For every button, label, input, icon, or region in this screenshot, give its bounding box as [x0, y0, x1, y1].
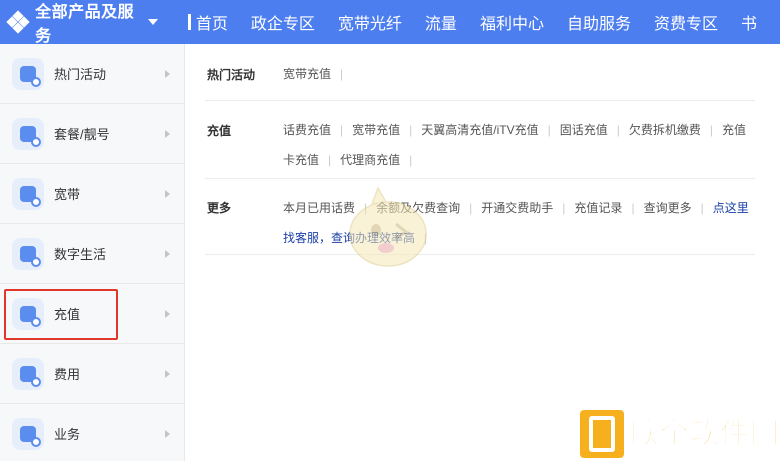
category-sidebar: 热门活动 套餐/靓号 宽带 数字生活 充值 费用 业务: [0, 44, 185, 461]
nav-self-service[interactable]: 自助服务: [567, 10, 631, 34]
nav-data[interactable]: 流量: [425, 10, 457, 34]
sidebar-item-digital-life[interactable]: 数字生活: [0, 224, 184, 284]
bill-icon: [12, 357, 44, 390]
link-broadband-recharge[interactable]: 宽带充值: [352, 123, 400, 137]
all-products-menu[interactable]: 全部产品及服务: [0, 0, 158, 44]
divider: [205, 178, 755, 179]
sidebar-item-label: 充值: [54, 307, 81, 322]
chevron-right-icon: [165, 190, 170, 198]
phone-activity-icon: [12, 57, 44, 90]
link-monthly-usage[interactable]: 本月已用话费: [283, 201, 355, 215]
sidebar-item-broadband[interactable]: 宽带: [0, 164, 184, 224]
chevron-right-icon: [165, 310, 170, 318]
main-nav: 首页 政企专区 宽带光纤 流量 福利中心 自助服务 资费专区 书: [187, 0, 780, 44]
sidebar-item-label: 费用: [54, 367, 81, 382]
divider: [205, 254, 755, 255]
sidebar-item-label: 套餐/靓号: [54, 127, 110, 142]
nav-tariff[interactable]: 资费专区: [654, 10, 718, 34]
link-arrears-payment[interactable]: 欠费拆机缴费: [629, 123, 701, 137]
chevron-right-icon: [165, 370, 170, 378]
grid-diamond-icon: [6, 10, 30, 34]
broadband-icon: [12, 177, 44, 210]
link-landline-recharge[interactable]: 固话充值: [560, 123, 608, 137]
link-recharge-records[interactable]: 充值记录: [574, 201, 622, 215]
nav-indicator: [187, 14, 191, 30]
link-broadband-recharge[interactable]: 宽带充值: [283, 67, 331, 81]
chevron-down-icon: [147, 19, 158, 25]
link-list: 宽带充值 |: [283, 67, 344, 81]
sidebar-item-hot-activity[interactable]: 热门活动: [0, 44, 184, 104]
nav-more[interactable]: 书: [741, 10, 757, 34]
link-agent-recharge[interactable]: 代理商充值: [340, 153, 400, 167]
divider: [205, 100, 755, 101]
chevron-right-icon: [165, 130, 170, 138]
sidebar-item-label: 业务: [54, 427, 81, 442]
link-phone-recharge[interactable]: 话费充值: [283, 123, 331, 137]
link-balance-query[interactable]: 余额及欠费查询: [376, 201, 460, 215]
sidebar-item-package[interactable]: 套餐/靓号: [0, 104, 184, 164]
digital-life-icon: [12, 237, 44, 270]
package-icon: [12, 117, 44, 150]
link-payment-assistant[interactable]: 开通交费助手: [481, 201, 553, 215]
sidebar-item-label: 数字生活: [54, 247, 107, 262]
chevron-right-icon: [165, 430, 170, 438]
link-query-more[interactable]: 查询更多: [644, 201, 692, 215]
sidebar-item-label: 热门活动: [54, 67, 107, 82]
chevron-right-icon: [165, 250, 170, 258]
section-title: 更多: [207, 201, 232, 215]
sidebar-item-fees[interactable]: 费用: [0, 344, 184, 404]
top-navigation-bar: 全部产品及服务 首页 政企专区 宽带光纤 流量 福利中心 自助服务 资费专区 书: [0, 0, 780, 44]
sidebar-item-business[interactable]: 业务: [0, 404, 184, 461]
nav-welfare[interactable]: 福利中心: [480, 10, 544, 34]
submenu-panel: 热门活动 宽带充值 | 充值 话费充值 | 宽带充值 | 天翼高清充值/iTV充值 | 固话充…: [185, 44, 780, 461]
chevron-right-icon: [165, 70, 170, 78]
business-icon: [12, 417, 44, 450]
nav-home[interactable]: 首页: [196, 10, 228, 34]
nav-broadband[interactable]: 宽带光纤: [338, 10, 402, 34]
recharge-icon: [12, 297, 44, 330]
section-title: 热门活动: [207, 68, 256, 82]
link-list: 话费充值 | 宽带充值 | 天翼高清充值/iTV充值 | 固话充值 | 欠费拆机缴费 | 充值卡充值…: [283, 123, 747, 167]
sidebar-item-recharge[interactable]: 充值: [0, 284, 184, 344]
section-title: 充值: [207, 124, 232, 138]
sidebar-item-label: 宽带: [54, 187, 81, 202]
link-itv-recharge[interactable]: 天翼高清充值/iTV充值: [421, 123, 538, 137]
all-products-label: 全部产品及服务: [35, 4, 135, 44]
nav-enterprise[interactable]: 政企专区: [251, 10, 315, 34]
link-list: 本月已用话费 | 余额及欠费查询 | 开通交费助手 | 充值记录 | 查询更多 | 点这里找客服，查…: [283, 201, 749, 245]
